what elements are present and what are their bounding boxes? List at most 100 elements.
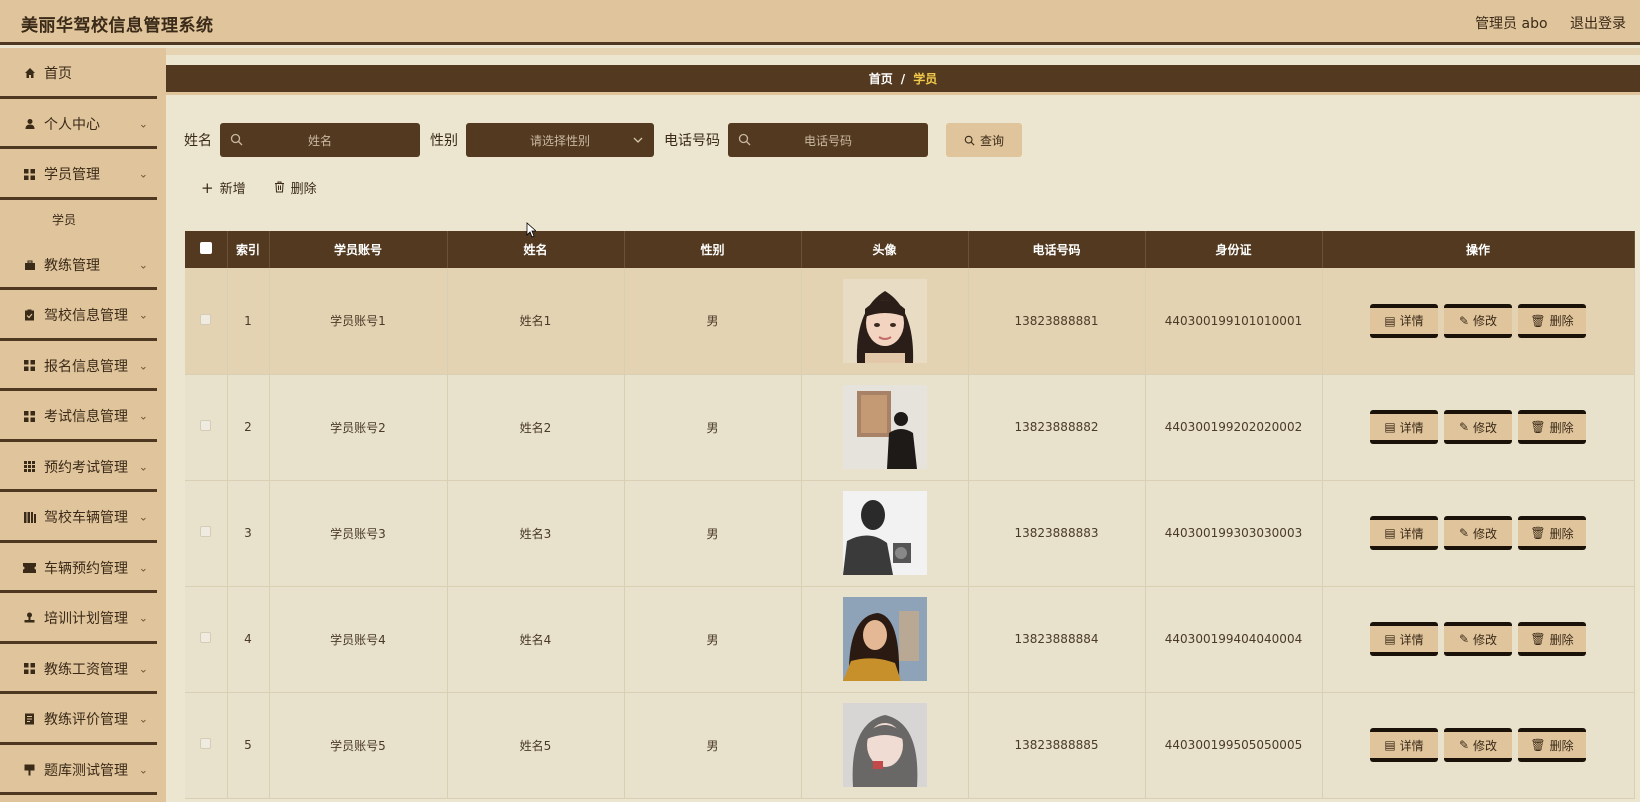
table-row: 5 学员账号5 姓名5 男 13823888885 44030019950505… [185,692,1635,799]
sidebar-item-personal-center[interactable]: 个人中心 ⌄ [0,99,166,150]
delete-label: 删除 [1549,738,1574,753]
add-button[interactable]: + 新增 [201,178,246,198]
delete-button[interactable]: 🗑 删除 [1518,303,1586,338]
detail-button[interactable]: ▤ 详情 [1370,303,1438,338]
sidebar-item-registration[interactable]: 报名信息管理 ⌄ [0,341,166,392]
row-checkbox[interactable] [200,526,212,537]
breadcrumb: 首页 / 学员 [166,65,1640,95]
query-label: 查询 [979,133,1004,148]
cell-name: 姓名2 [447,374,625,481]
batch-delete-button[interactable]: 删除 [274,178,317,197]
delete-label: 删除 [1549,632,1574,647]
logout-link[interactable]: 退出登录 [1570,16,1626,32]
delete-label: 删除 [290,182,317,197]
top-bar: 美丽华驾校信息管理系统 管理员 abo 退出登录 [0,0,1640,45]
chevron-down-icon [633,137,643,143]
phone-search-input[interactable]: 电话号码 [728,123,928,157]
edit-label: 修改 [1473,420,1498,435]
sidebar-item-training-plan[interactable]: 培训计划管理 ⌄ [0,593,166,644]
chevron-down-icon: ⌄ [138,712,148,726]
delete-button[interactable]: 🗑 删除 [1518,410,1586,444]
sidebar-item-exam-booking[interactable]: 预约考试管理 ⌄ [0,442,166,493]
edit-label: 修改 [1473,314,1498,329]
cell-phone: 13823888884 [968,586,1146,693]
chevron-down-icon: ⌄ [138,409,148,423]
row-checkbox[interactable] [200,420,212,431]
cell-id-card: 440300199404040004 [1145,586,1323,693]
edit-icon: ✎ [1458,632,1470,646]
select-all-cell [185,231,228,268]
edit-button[interactable]: ✎ 修改 [1444,410,1512,444]
trash-icon: 🗑 [1530,526,1546,540]
sidebar-item-label: 培训计划管理 [44,611,128,628]
detail-button[interactable]: ▤ 详情 [1370,410,1438,444]
col-header-index: 索引 [227,231,270,268]
detail-button[interactable]: ▤ 详情 [1370,516,1438,550]
edit-button[interactable]: ✎ 修改 [1444,303,1512,338]
edit-button[interactable]: ✎ 修改 [1444,516,1512,550]
top-right-area: 管理员 abo 退出登录 [1457,13,1626,33]
current-user: 管理员 abo [1475,16,1548,32]
toolbar: + 新增 删除 [201,178,345,198]
col-header-avatar: 头像 [801,231,969,268]
query-button[interactable]: 查询 [946,123,1022,157]
breadcrumb-home[interactable]: 首页 [869,70,893,87]
cell-gender: 男 [624,480,802,587]
sidebar-subitem-student[interactable]: 学员 [0,200,166,240]
cell-avatar [801,374,969,481]
row-checkbox[interactable] [200,313,212,325]
cell-id-card: 440300199101010001 [1145,268,1323,375]
sidebar-item-exam-info[interactable]: 考试信息管理 ⌄ [0,391,166,442]
cell-phone: 13823888881 [968,268,1146,375]
sidebar-item-question-bank[interactable]: 题库测试管理 ⌄ [0,745,166,796]
sidebar-item-coach-management[interactable]: 教练管理 ⌄ [0,240,166,291]
row-checkbox[interactable] [200,738,212,749]
document-icon: ▤ [1384,738,1396,752]
trash-icon: 🗑 [1530,313,1546,328]
document-icon: ▤ [1384,420,1396,434]
select-all-checkbox[interactable] [199,242,212,254]
delete-button[interactable]: 🗑 删除 [1518,516,1586,550]
col-header-account: 学员账号 [269,231,448,268]
delete-button[interactable]: 🗑 删除 [1518,728,1586,762]
cell-name: 姓名4 [447,586,625,693]
detail-button[interactable]: ▤ 详情 [1370,622,1438,656]
sidebar-item-coach-salary[interactable]: 教练工资管理 ⌄ [0,644,166,695]
sidebar-item-school-info[interactable]: 驾校信息管理 ⌄ [0,290,166,341]
sidebar-item-vehicle-booking[interactable]: 车辆预约管理 ⌄ [0,543,166,594]
detail-label: 详情 [1399,420,1424,435]
cell-gender: 男 [624,268,802,375]
sidebar-item-coach-evaluation[interactable]: 教练评价管理 ⌄ [0,694,166,745]
cell-index: 2 [227,374,270,481]
ticket-icon [23,561,36,574]
gender-select[interactable]: 请选择性别 [466,123,654,157]
edit-button[interactable]: ✎ 修改 [1444,622,1512,656]
sidebar-item-label: 车辆预约管理 [44,560,128,577]
add-label: 新增 [219,182,246,197]
row-checkbox[interactable] [200,632,212,643]
edit-icon: ✎ [1458,738,1470,752]
sidebar-item-home[interactable]: 首页 [0,48,166,99]
phone-label: 电话号码 [664,133,720,149]
search-icon [964,135,975,146]
edit-button[interactable]: ✎ 修改 [1444,728,1512,762]
sidebar-item-school-vehicles[interactable]: 驾校车辆管理 ⌄ [0,492,166,543]
cell-avatar [801,586,969,693]
cell-name: 姓名3 [447,480,625,587]
sidebar-item-student-management[interactable]: 学员管理 ⌄ [0,149,166,200]
delete-label: 删除 [1549,526,1574,541]
search-bar: 姓名 姓名 性别 请选择性别 电话号码 电话号码 查询 [184,123,1022,157]
delete-button[interactable]: 🗑 删除 [1518,622,1586,656]
cell-id-card: 440300199505050005 [1145,692,1323,799]
briefcase-icon [23,258,36,271]
chevron-down-icon: ⌄ [138,662,148,676]
name-search-input[interactable]: 姓名 [220,123,420,157]
sidebar-item-label: 考试信息管理 [44,409,128,426]
detail-button[interactable]: ▤ 详情 [1370,728,1438,762]
cell-account: 学员账号5 [269,692,448,799]
grid-icon [23,168,36,181]
chevron-down-icon: ⌄ [138,308,148,322]
cell-phone: 13823888882 [968,374,1146,481]
edit-icon: ✎ [1458,420,1470,434]
phone-placeholder: 电话号码 [803,133,852,148]
